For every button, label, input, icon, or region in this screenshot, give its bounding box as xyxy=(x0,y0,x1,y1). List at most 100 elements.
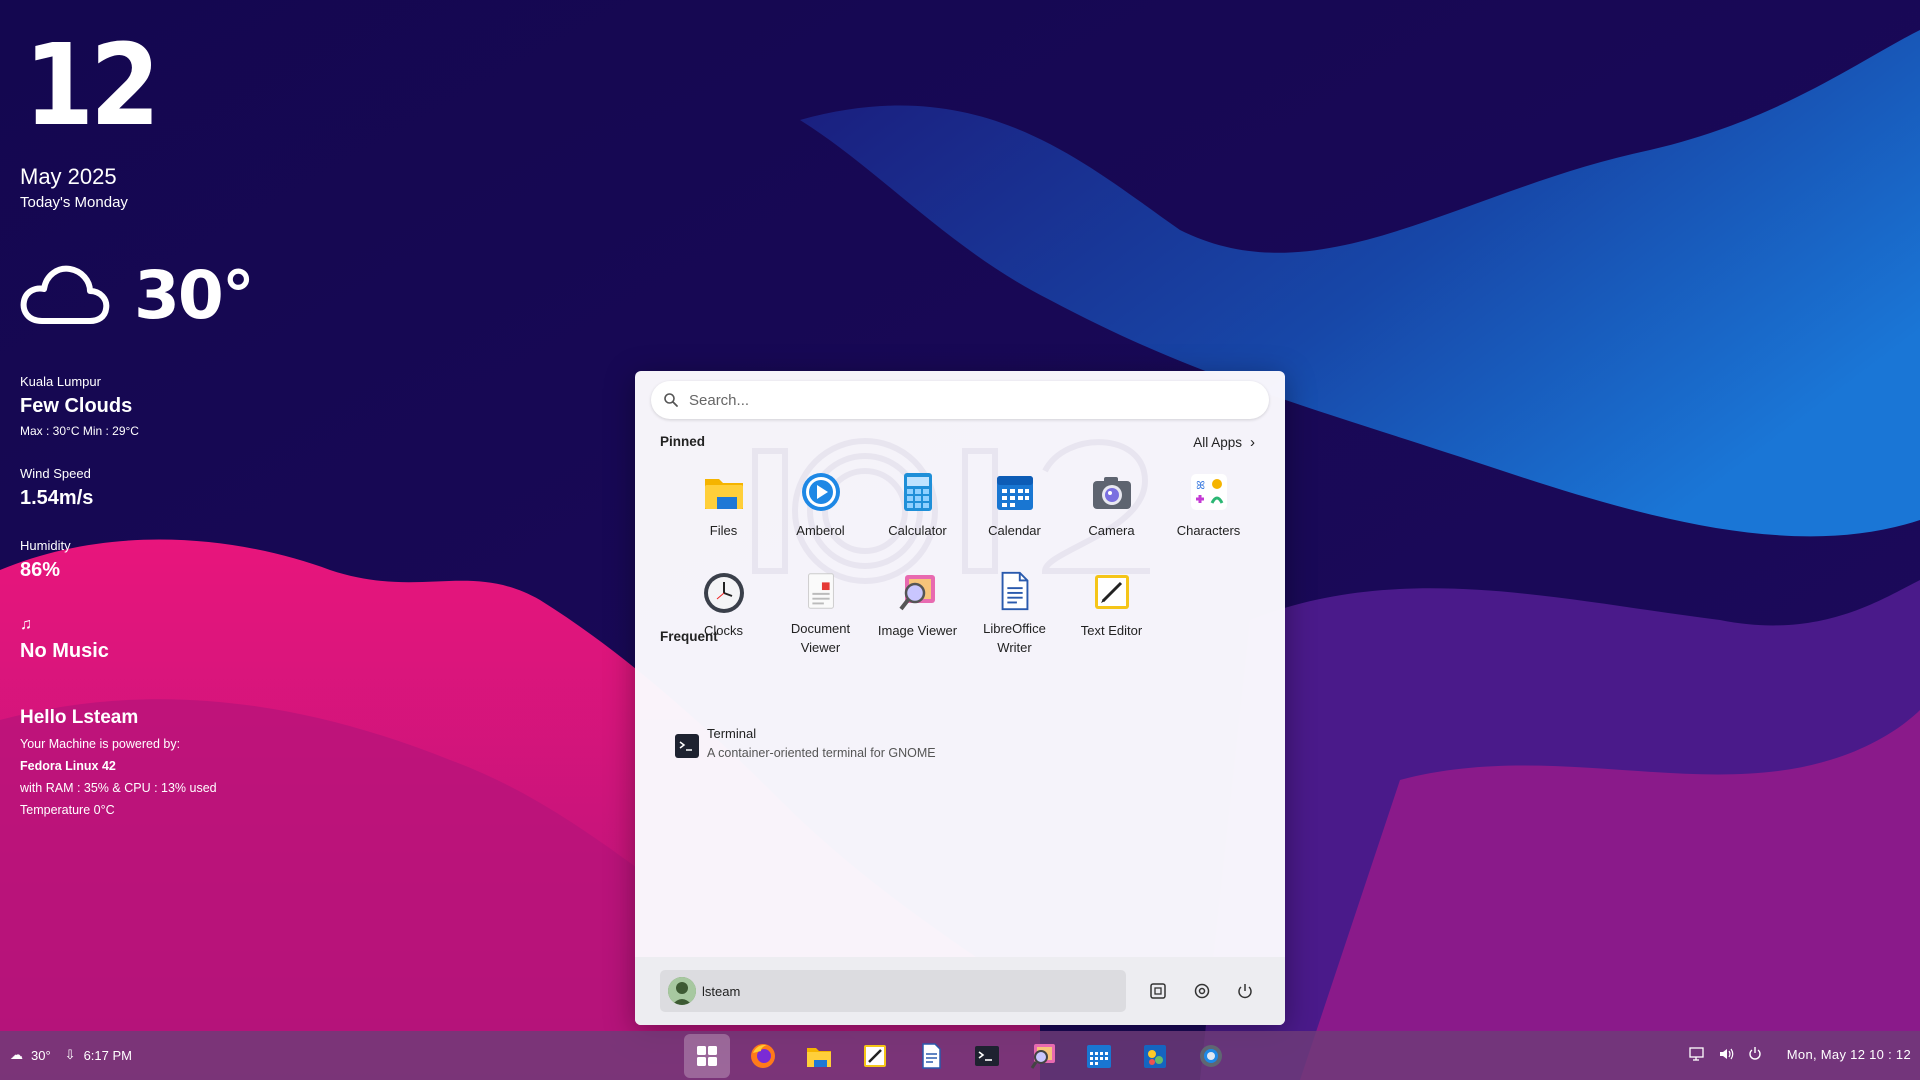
taskbar-terminal[interactable] xyxy=(964,1034,1010,1078)
files-icon xyxy=(704,479,743,509)
app-calendar[interactable]: Calendar xyxy=(966,467,1063,557)
app-amberol[interactable]: Amberol xyxy=(772,467,869,557)
taskbar-settings[interactable] xyxy=(1188,1034,1234,1078)
app-calculator[interactable]: Calculator xyxy=(869,467,966,557)
app-files[interactable]: Files xyxy=(675,467,772,557)
camera-icon xyxy=(1092,477,1131,509)
text-editor-icon xyxy=(1094,575,1129,609)
taskbar-temperature: 30° xyxy=(31,1047,51,1063)
cloud-icon xyxy=(20,265,110,324)
image-viewer-icon xyxy=(1030,1044,1055,1069)
date-day: 12 xyxy=(24,21,160,151)
screenshot-icon[interactable] xyxy=(1148,981,1168,1001)
app-libreoffice-writer[interactable]: LibreOffice Writer xyxy=(966,567,1063,657)
user-name: lsteam xyxy=(702,983,741,999)
app-characters[interactable]: ꕤ Characters xyxy=(1160,467,1257,557)
frequent-name: Terminal xyxy=(707,726,757,741)
wind-value: 1.54m/s xyxy=(20,487,94,509)
start-button[interactable] xyxy=(684,1034,730,1078)
temperature-info: Temperature 0°C xyxy=(20,803,115,817)
libreoffice-writer-icon xyxy=(1001,571,1028,611)
powered-by: Your Machine is powered by: xyxy=(20,737,181,751)
chevron-right-icon: › xyxy=(1250,434,1255,451)
os-name: Fedora Linux 42 xyxy=(20,759,116,773)
taskbar-files[interactable] xyxy=(796,1034,842,1078)
app-label: Image Viewer xyxy=(877,623,958,638)
pinned-title: Pinned xyxy=(660,434,706,449)
app-image-viewer[interactable]: Image Viewer xyxy=(869,567,966,657)
calendar-icon xyxy=(1087,1045,1111,1068)
app-label: Clocks xyxy=(703,623,743,638)
taskbar-extension-manager[interactable] xyxy=(1132,1034,1178,1078)
app-clocks[interactable]: Clocks xyxy=(675,567,772,657)
all-apps-button[interactable]: All Apps › xyxy=(1193,434,1255,451)
taskbar-text-editor[interactable] xyxy=(852,1034,898,1078)
frequent-item-terminal[interactable]: Terminal A container-oriented terminal f… xyxy=(675,726,936,760)
weather-summary: 30° xyxy=(20,257,255,334)
frequent-description: A container-oriented terminal for GNOME xyxy=(707,746,936,760)
terminal-icon xyxy=(675,734,699,758)
sunset-icon: ⇩ xyxy=(64,1047,76,1062)
search-box[interactable] xyxy=(651,381,1269,419)
power-icon[interactable] xyxy=(1747,1046,1763,1062)
calculator-icon xyxy=(903,473,932,511)
app-label: Text Editor xyxy=(1080,623,1143,638)
app-text-editor[interactable]: Text Editor xyxy=(1063,567,1160,657)
characters-icon: ꕤ xyxy=(1190,474,1227,510)
min-max-temp: Max : 30°C Min : 29°C xyxy=(20,424,139,438)
user-account-button[interactable]: lsteam xyxy=(660,970,1126,1012)
app-label: Amberol xyxy=(796,523,845,538)
amberol-icon xyxy=(801,473,840,511)
app-document-viewer[interactable]: Document Viewer xyxy=(772,567,869,657)
taskbar-apps xyxy=(684,1034,1244,1078)
clocks-icon xyxy=(703,573,744,613)
desktop-widget: 12 May 2025 Today's Monday 30° Kuala Lum… xyxy=(20,21,255,817)
calendar-icon xyxy=(996,476,1033,510)
app-label: Camera xyxy=(1088,523,1135,538)
writer-icon xyxy=(922,1043,941,1069)
app-label: Calculator xyxy=(888,523,947,538)
app-label: Files xyxy=(709,523,738,538)
sunset-time: 6:17 PM xyxy=(83,1047,132,1063)
taskbar-calendar[interactable] xyxy=(1076,1034,1122,1078)
network-icon[interactable] xyxy=(1689,1046,1705,1062)
app-camera[interactable]: Camera xyxy=(1063,467,1160,557)
clock[interactable]: Mon, May 12 10 : 12 xyxy=(1787,1047,1911,1062)
taskbar-firefox[interactable] xyxy=(740,1034,786,1078)
start-icon xyxy=(697,1046,717,1066)
power-icon[interactable] xyxy=(1235,981,1255,1001)
settings-icon[interactable] xyxy=(1192,981,1212,1001)
extension-manager-icon xyxy=(1144,1045,1166,1068)
taskbar-weather[interactable]: ☁ 30° ⇩ 6:17 PM xyxy=(10,1047,140,1063)
start-menu-footer: lsteam xyxy=(635,957,1285,1025)
start-menu: Pinned All Apps › Files xyxy=(635,371,1285,1025)
firefox-icon xyxy=(751,1044,775,1068)
date-weekday: Today's Monday xyxy=(20,194,128,211)
terminal-icon xyxy=(975,1046,999,1066)
taskbar: ☁ 30° ⇩ 6:17 PM Mon, May 12 10: 12 xyxy=(0,1031,1920,1080)
app-label: Document Viewer xyxy=(790,621,851,655)
taskbar-image-viewer[interactable] xyxy=(1020,1034,1066,1078)
search-icon xyxy=(664,393,678,407)
all-apps-label: All Apps xyxy=(1193,435,1242,450)
volume-icon[interactable] xyxy=(1718,1046,1734,1062)
weather-condition: Few Clouds xyxy=(20,395,133,417)
pinned-apps-grid: Files Amberol Calculator Calendar Camera… xyxy=(675,467,1257,657)
city-name: Kuala Lumpur xyxy=(20,374,101,389)
taskbar-writer[interactable] xyxy=(908,1034,954,1078)
files-icon xyxy=(807,1048,831,1067)
search-input[interactable] xyxy=(687,390,1251,410)
text-editor-icon xyxy=(864,1045,886,1067)
humidity-value: 86% xyxy=(20,559,61,581)
settings-icon xyxy=(1200,1045,1222,1067)
app-label: Characters xyxy=(1176,523,1241,538)
system-tray: Mon, May 12 10 : 12 xyxy=(1689,1046,1920,1062)
wind-label: Wind Speed xyxy=(20,466,91,481)
document-viewer-icon xyxy=(807,573,834,609)
app-label: Calendar xyxy=(988,523,1041,538)
resource-usage: with RAM : 35% & CPU : 13% used xyxy=(20,781,217,795)
temperature: 30° xyxy=(134,257,255,334)
avatar xyxy=(668,977,696,1005)
music-note-icon: ♫ xyxy=(20,616,32,633)
music-status: No Music xyxy=(20,640,109,662)
